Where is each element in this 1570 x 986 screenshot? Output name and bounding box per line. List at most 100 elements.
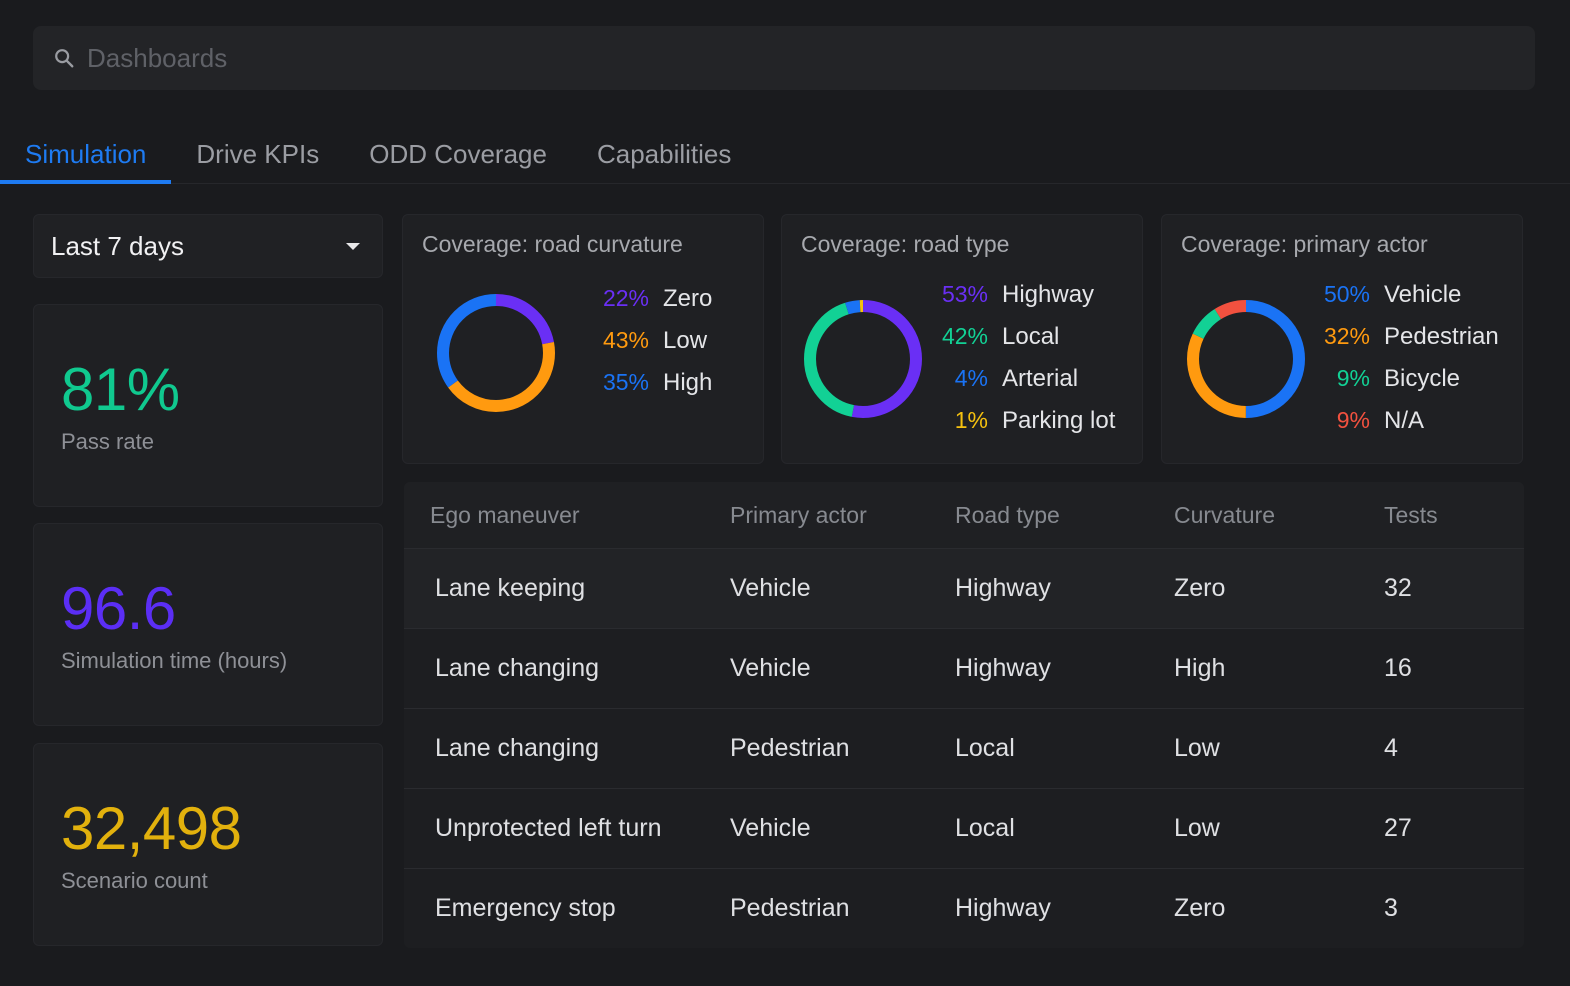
column-header-ego-maneuver[interactable]: Ego maneuver [404,502,730,529]
cell-road-type: Highway [955,894,1051,922]
sim-time-value: 96.6 [61,575,176,642]
column-header-curvature[interactable]: Curvature [1174,502,1384,529]
legend-pct: 9% [1336,407,1370,433]
column-header-tests[interactable]: Tests [1384,502,1504,529]
legend-name: Highway [1002,281,1095,308]
legend-name: High [663,369,713,396]
cell-ego-maneuver: Lane keeping [435,574,586,602]
cell-curvature: Zero [1174,894,1226,922]
tab-capabilities[interactable]: Capabilities [572,128,756,184]
legend-name: Arterial [1002,365,1079,392]
table-row[interactable]: Unprotected left turn Vehicle Local Low … [404,788,1524,868]
legend-row: 50% Vehicle [1312,281,1499,323]
cell-primary-actor: Vehicle [730,654,811,682]
legend-row: 32% Pedestrian [1312,323,1499,365]
cell-road-type: Highway [955,654,1051,682]
stat-card-sim-time: 96.6 Simulation time (hours) [33,523,383,726]
legend-pct: 4% [954,365,988,391]
table-header: Ego maneuver Primary actor Road type Cur… [404,482,1524,548]
coverage-primary-actor-title: Coverage: primary actor [1181,231,1428,257]
scenario-count-label: Scenario count [61,868,208,893]
legend-name: Low [663,327,708,354]
tab-simulation[interactable]: Simulation [0,128,172,184]
tab-drive-kpis[interactable]: Drive KPIs [171,128,344,184]
legend-name: Parking lot [1002,407,1116,434]
cell-ego-maneuver: Emergency stop [435,894,616,922]
cell-tests: 4 [1384,734,1398,762]
coverage-road-type-legend: 53% Highway 42% Local 4% Arterial 1% Parking… [930,281,1115,449]
cell-curvature: Low [1174,814,1220,842]
coverage-curvature-title: Coverage: road curvature [422,231,683,257]
legend-pct: 32% [1323,323,1370,349]
coverage-card-curvature: Coverage: road curvature 22% Zero 43% Low … [402,214,764,464]
cell-road-type: Local [955,734,1015,762]
table-row[interactable]: Lane changing Vehicle Highway High 16 [404,628,1524,708]
table-row[interactable]: Lane changing Pedestrian Local Low 4 [404,708,1524,788]
legend-name: Local [1002,323,1060,350]
cell-ego-maneuver: Unprotected left turn [435,814,662,842]
legend-row: 22% Zero [593,285,712,327]
legend-name: Vehicle [1384,281,1462,308]
cell-ego-maneuver: Lane changing [435,654,600,682]
cell-road-type: Local [955,814,1015,842]
coverage-card-road-type: Coverage: road type 53% Highway 42% Local … [781,214,1143,464]
sim-time-label: Simulation time (hours) [61,648,288,673]
legend-pct: 22% [602,285,649,311]
cell-primary-actor: Vehicle [730,814,811,842]
legend-row: 1% Parking lot [930,407,1116,449]
table-row[interactable]: Emergency stop Pedestrian Highway Zero 3 [404,868,1524,948]
legend-pct: 50% [1323,281,1370,307]
legend-pct: 9% [1336,365,1370,391]
table-row[interactable]: Lane keeping Vehicle Highway Zero 32 [404,548,1524,628]
cell-ego-maneuver: Lane changing [435,734,600,762]
scenario-count-value: 32,498 [61,795,242,862]
cell-road-type: Highway [955,574,1051,602]
coverage-card-primary-actor: Coverage: primary actor 50% Vehicle 32% Pe… [1161,214,1523,464]
date-range-select[interactable]: Last 7 days [33,214,383,278]
search-input[interactable] [87,42,1487,74]
cell-tests: 3 [1384,894,1398,922]
legend-pct: 35% [602,369,649,395]
legend-row: 9% N/A [1312,407,1499,449]
legend-pct: 1% [954,407,988,433]
legend-row: 42% Local [930,323,1115,365]
legend-name: N/A [1384,407,1425,434]
legend-row: 35% High [593,369,712,411]
legend-name: Bicycle [1384,365,1461,392]
date-range-value: Last 7 days [51,230,184,261]
cell-curvature: Zero [1174,574,1226,602]
legend-name: Zero [663,285,713,312]
column-header-road-type[interactable]: Road type [955,502,1174,529]
tab-bar: Simulation Drive KPIs ODD Coverage Capab… [0,128,1570,184]
column-header-primary-actor[interactable]: Primary actor [730,502,955,529]
search-icon [55,49,74,68]
caret-down-icon [346,242,360,250]
stat-card-pass-rate: 81% Pass rate [33,304,383,507]
cell-curvature: Low [1174,734,1220,762]
legend-row: 9% Bicycle [1312,365,1499,407]
stat-card-scenario-count: 32,498 Scenario count [33,743,383,946]
legend-pct: 42% [941,323,988,349]
cell-tests: 16 [1384,654,1412,682]
cell-primary-actor: Pedestrian [730,894,850,922]
cell-tests: 27 [1384,814,1412,842]
coverage-primary-actor-donut [1187,300,1305,418]
cell-tests: 32 [1384,574,1412,602]
search-bar[interactable] [33,26,1535,90]
cell-primary-actor: Pedestrian [730,734,850,762]
legend-pct: 43% [602,327,649,353]
legend-row: 4% Arterial [930,365,1115,407]
coverage-curvature-donut [437,294,555,412]
legend-pct: 53% [941,281,988,307]
legend-name: Pedestrian [1384,323,1499,350]
cell-primary-actor: Vehicle [730,574,811,602]
legend-row: 53% Highway [930,281,1115,323]
tab-odd-coverage[interactable]: ODD Coverage [344,128,572,184]
coverage-primary-actor-legend: 50% Vehicle 32% Pedestrian 9% Bicycle 9% N/A [1312,281,1499,449]
scenario-table: Ego maneuver Primary actor Road type Cur… [404,482,1524,948]
coverage-road-type-donut [804,300,922,418]
cell-curvature: High [1174,654,1226,682]
coverage-curvature-legend: 22% Zero 43% Low 35% High [593,285,712,411]
coverage-road-type-title: Coverage: road type [801,231,1010,257]
legend-row: 43% Low [593,327,712,369]
